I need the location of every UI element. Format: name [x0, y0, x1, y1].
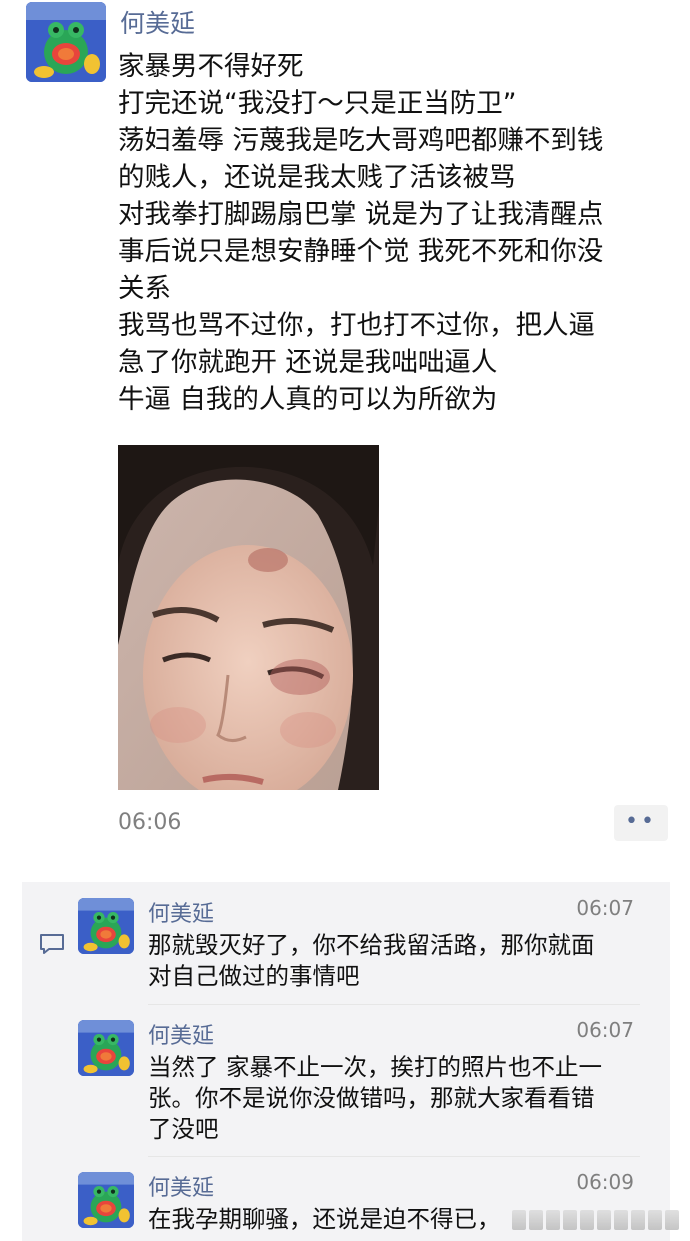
post-text-line: 对我拳打脚踢扇巴掌 说是为了让我清醒点	[118, 199, 604, 230]
more-options-icon[interactable]: ···	[645, 0, 672, 11]
post-text-line: 关系	[118, 273, 171, 304]
comment-timestamp: 06:09	[576, 1170, 634, 1194]
post-text-line: 荡妇羞辱 污蔑我是吃大哥鸡吧都赚不到钱	[118, 125, 604, 156]
avatar-frog-icon	[78, 1020, 134, 1076]
post-text-line: 我骂也骂不过你，打也打不过你，把人逼	[118, 310, 595, 341]
comments-section: 何美延 06:07 那就毁灭好了，你不给我留活路，那你就面 对自己做过的事情吧	[22, 882, 670, 1241]
post-photo[interactable]	[118, 445, 379, 790]
post-text-line: 打完还说“我没打～只是正当防卫”	[118, 88, 517, 119]
comment-author-name[interactable]: 何美延	[148, 896, 214, 928]
comment-author-name[interactable]: 何美延	[148, 1170, 214, 1202]
comment-divider	[148, 1156, 640, 1157]
post-text-line: 急了你就跑开 还说是我咄咄逼人	[118, 347, 498, 378]
comment-text-line: 当然了 家暴不止一次，挨打的照片也不止一	[148, 1053, 602, 1081]
comment-like-menu-button[interactable]: ••	[614, 805, 668, 841]
comment-avatar[interactable]	[78, 1020, 134, 1076]
comment-bubble-icon	[38, 932, 66, 956]
post-text-line: 的贱人，还说是我太贱了活该被骂	[118, 162, 516, 193]
comment-text: 当然了 家暴不止一次，挨打的照片也不止一 张。你不是说你没做错吗，那就大家看看错…	[148, 1052, 648, 1145]
comment-text-line: 张。你不是说你没做错吗，那就大家看看错	[148, 1084, 595, 1112]
comment-avatar[interactable]	[78, 898, 134, 954]
portrait-photo-image	[118, 445, 379, 790]
comment-text-line: 了没吧	[148, 1115, 219, 1143]
post-text-line: 家暴男不得好死	[118, 51, 304, 82]
comment-timestamp: 06:07	[576, 896, 634, 920]
comment-text-line: 那就毁灭好了，你不给我留活路，那你就面	[148, 931, 595, 959]
post-text-line: 牛逼 自我的人真的可以为所欲为	[118, 384, 498, 415]
post-timestamp: 06:06	[118, 810, 182, 835]
moments-post-screen: 何美延 ··· 家暴男不得好死 打完还说“我没打～只是正当防卫” 荡妇羞辱 污蔑…	[0, 0, 690, 1241]
comment-text-line: 对自己做过的事情吧	[148, 962, 360, 990]
avatar-frog-icon	[78, 898, 134, 954]
avatar-frog-icon	[26, 2, 106, 82]
comment-divider	[148, 1004, 640, 1005]
avatar[interactable]	[26, 2, 106, 82]
avatar-frog-icon	[78, 1172, 134, 1228]
post-author-name[interactable]: 何美延	[120, 4, 195, 40]
watermark-image	[512, 1210, 682, 1234]
comment-author-name[interactable]: 何美延	[148, 1018, 214, 1050]
post-text: 家暴男不得好死 打完还说“我没打～只是正当防卫” 荡妇羞辱 污蔑我是吃大哥鸡吧都…	[118, 48, 678, 418]
post-text-line: 事后说只是想安静睡个觉 我死不死和你没	[118, 236, 604, 267]
comment-timestamp: 06:07	[576, 1018, 634, 1042]
comment-text: 那就毁灭好了，你不给我留活路，那你就面 对自己做过的事情吧	[148, 930, 648, 992]
comment-avatar[interactable]	[78, 1172, 134, 1228]
